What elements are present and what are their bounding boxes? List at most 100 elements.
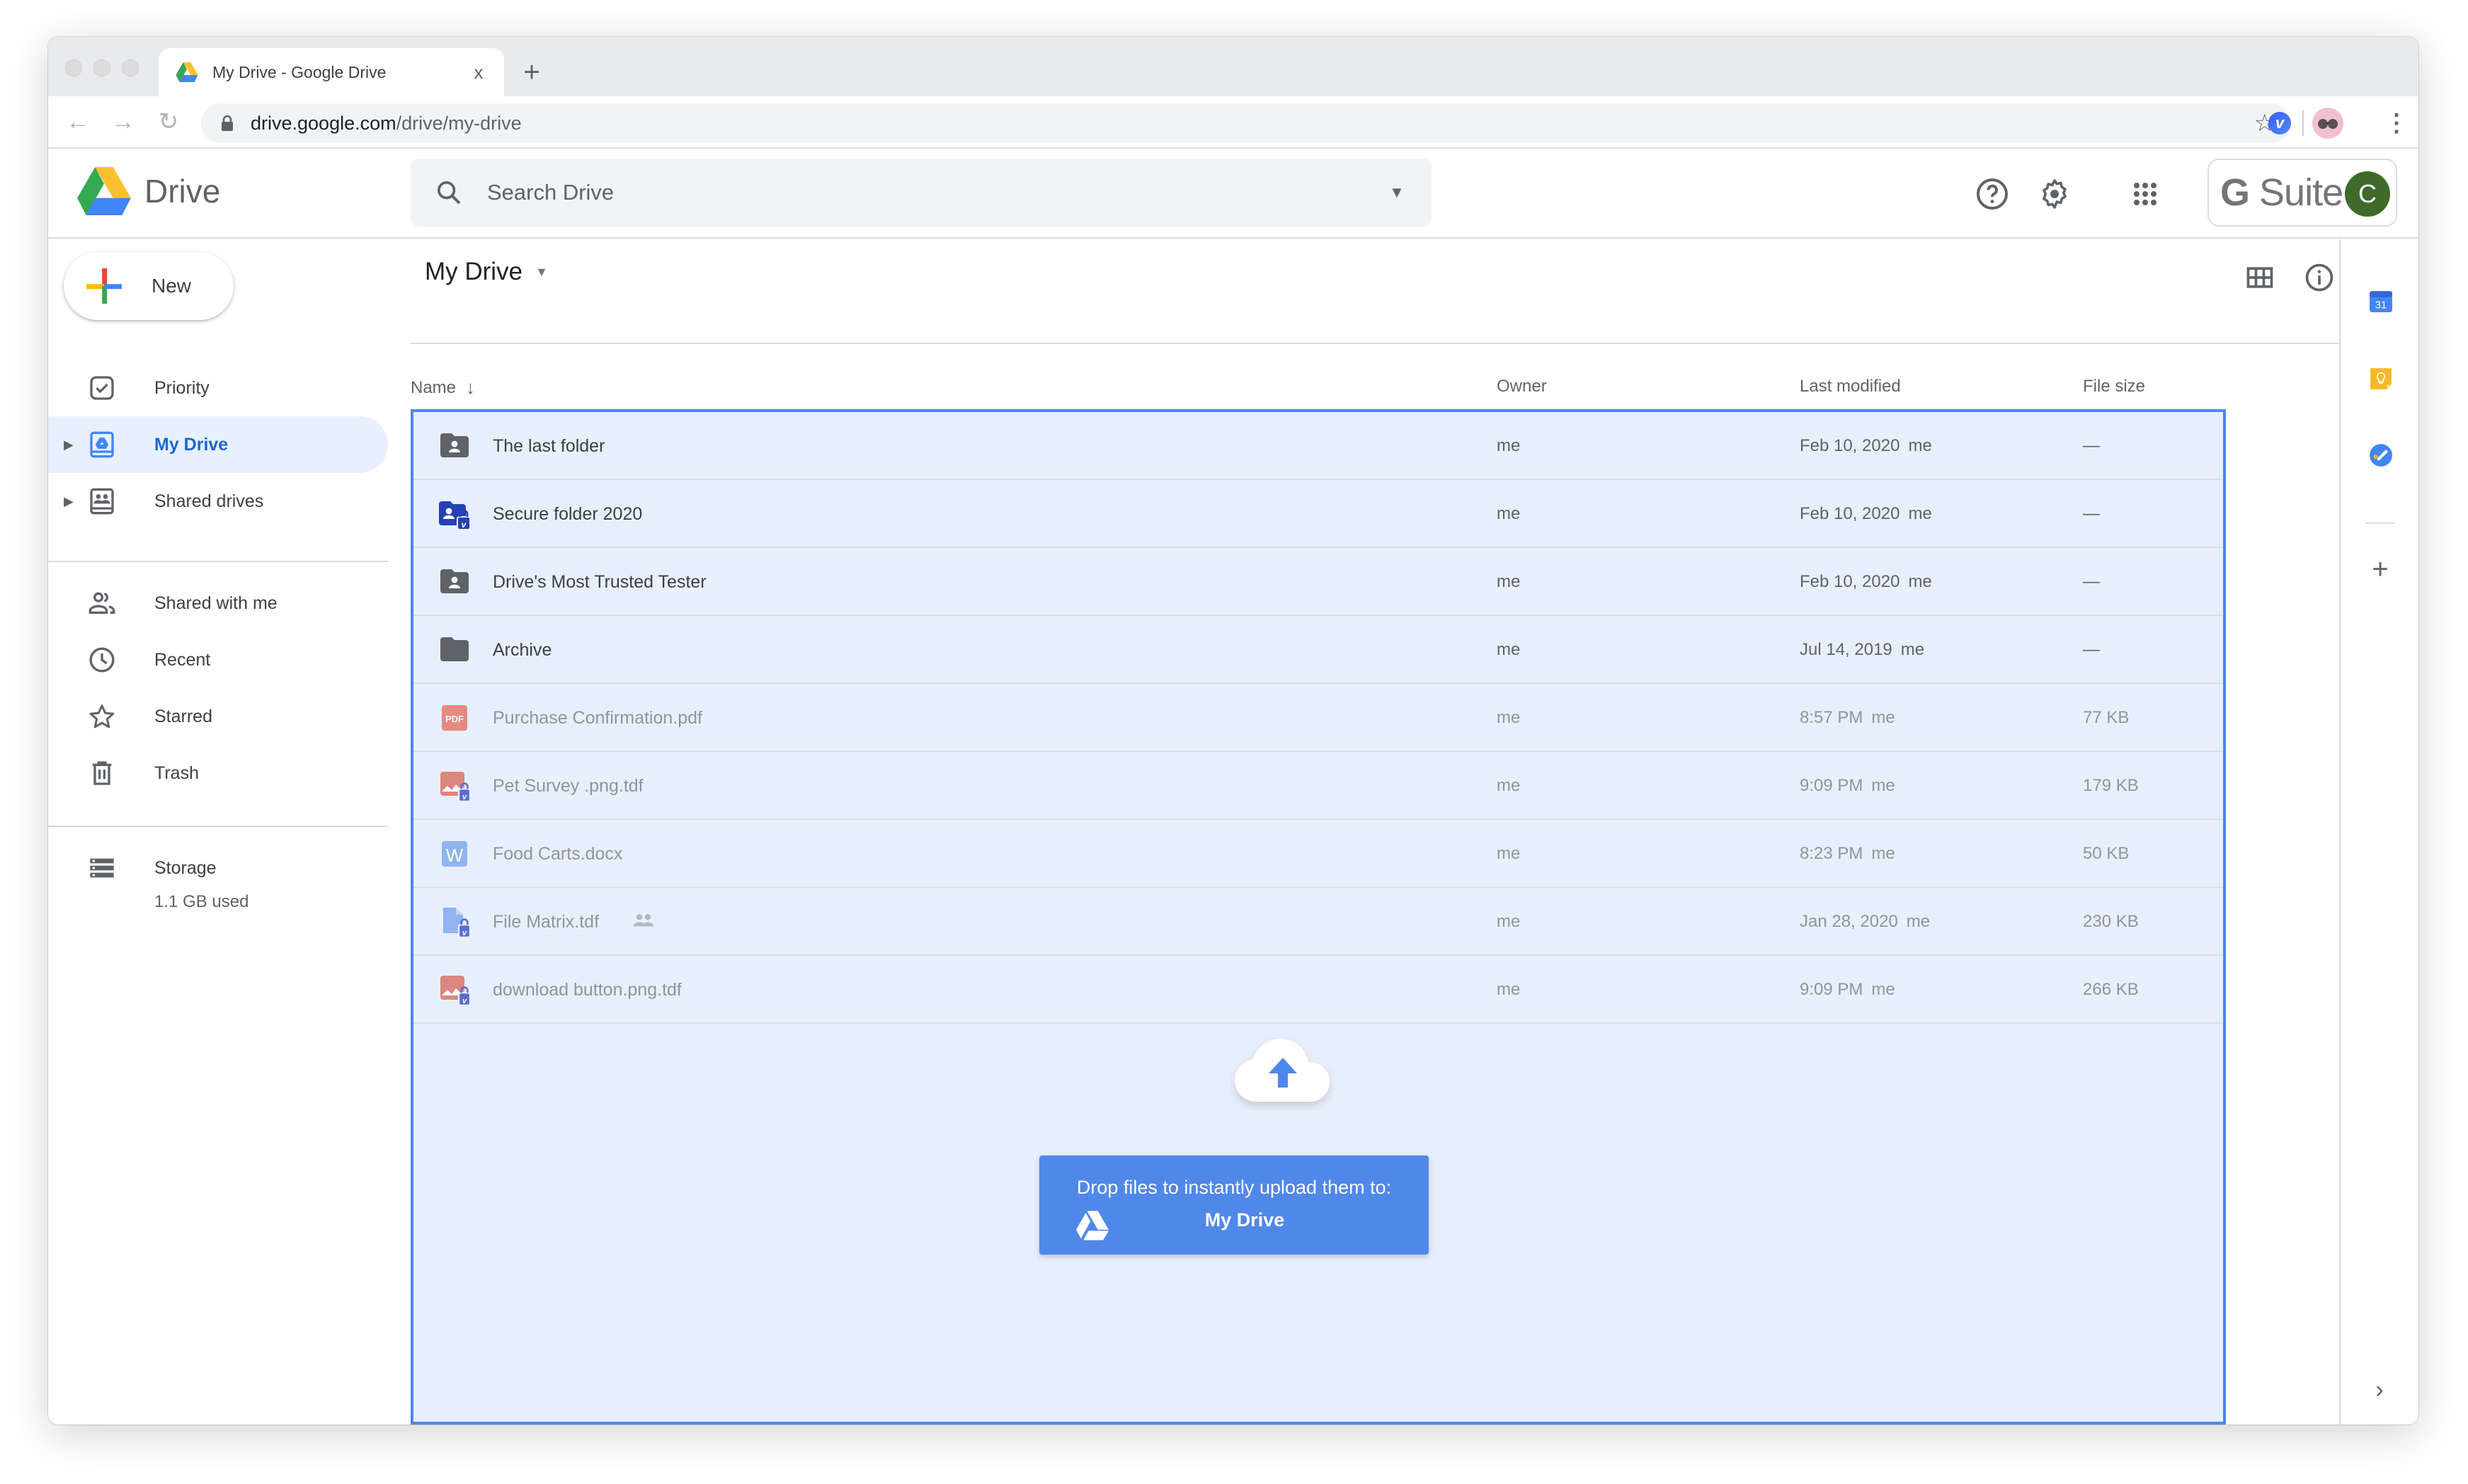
sort-arrow-down-icon[interactable]: ↓ (466, 377, 475, 399)
tab-close-icon[interactable]: x (464, 62, 493, 84)
file-size-cell: — (2083, 504, 2100, 523)
last-modified-cell: Jul 14, 2019 me (1800, 616, 1924, 684)
file-row[interactable]: v download button.png.tdf me 9:09 PM me 266 K… (413, 956, 2223, 1024)
apps-grid-icon[interactable] (2128, 177, 2162, 211)
file-name[interactable]: Purchase Confirmation.pdf (493, 684, 702, 752)
calendar-icon[interactable]: 31 (2369, 289, 2393, 313)
shared-with-me-icon (88, 592, 115, 614)
plus-multicolor-icon (86, 268, 122, 304)
sidebar-item-recent[interactable]: Recent (48, 632, 388, 688)
forward-arrow-icon[interactable]: → (106, 105, 140, 139)
chevron-right-icon[interactable]: › (2369, 1376, 2390, 1404)
my-drive-icon (90, 431, 114, 458)
sidebar-item-my-drive[interactable]: ▶ My Drive (48, 416, 388, 473)
file-name[interactable]: The last folder (493, 412, 605, 480)
modified-by: me (1908, 504, 1932, 523)
grid-view-icon[interactable] (2244, 262, 2275, 293)
info-icon[interactable] (2304, 262, 2335, 293)
drop-upload-banner: Drop files to instantly upload them to: … (1039, 1155, 1429, 1255)
breadcrumb[interactable]: My Drive ▼ (425, 258, 548, 286)
search-input[interactable]: Search Drive (487, 180, 1379, 205)
profile-avatar-icon[interactable] (2312, 108, 2343, 139)
glasses-icon (2318, 119, 2338, 129)
file-name[interactable]: Archive (493, 616, 552, 684)
address-bar[interactable]: drive.google.com/drive/my-drive ☆ (201, 103, 2291, 143)
search-icon[interactable] (435, 178, 463, 207)
file-name[interactable]: File Matrix.tdf (493, 888, 599, 956)
column-header-label: Last modified (1800, 377, 1901, 396)
sidebar-item-shared-drives[interactable]: ▶ Shared drives (48, 473, 388, 530)
file-name[interactable]: Secure folder 2020 (493, 480, 642, 548)
sidebar-item-shared-with-me[interactable]: Shared with me (48, 575, 388, 632)
file-name[interactable]: Drive's Most Trusted Tester (493, 548, 707, 616)
owner-cell: me (1497, 776, 1521, 795)
browser-tab-active[interactable]: My Drive - Google Drive x (159, 48, 504, 96)
owner-cell: me (1497, 436, 1521, 455)
file-row[interactable]: v Secure folder 2020 me Feb 10, 2020 me — (413, 480, 2223, 548)
column-header-last-modified[interactable]: Last modified (1800, 377, 1901, 396)
search-options-caret-icon[interactable]: ▼ (1379, 183, 1415, 202)
back-arrow-icon[interactable]: ← (61, 105, 95, 139)
new-button-label: New (152, 275, 192, 297)
new-tab-button[interactable]: + (514, 54, 549, 91)
sidebar-item-starred[interactable]: Starred (48, 688, 388, 745)
sidebar-item-trash[interactable]: Trash (48, 745, 388, 801)
sidebar-item-label: Recent (154, 649, 211, 670)
column-header-file-size[interactable]: File size (2083, 377, 2145, 396)
priority-icon (90, 376, 114, 400)
last-modified-cell: Feb 10, 2020 me (1800, 412, 1932, 480)
account-avatar[interactable]: C (2345, 171, 2390, 217)
modified-by: me (1871, 980, 1895, 999)
keep-icon[interactable] (2369, 367, 2393, 391)
svg-text:v: v (462, 997, 467, 1005)
file-row[interactable]: v Pet Survey .png.tdf me 9:09 PM me 179 KB (413, 752, 2223, 820)
image-file-lock-icon: v (440, 976, 472, 1007)
file-row[interactable]: v File Matrix.tdf me Jan 28, 2020 me 230 KB (413, 888, 2223, 956)
tasks-icon[interactable] (2369, 443, 2393, 467)
add-addon-plus-icon[interactable]: + (2367, 555, 2393, 583)
file-row[interactable]: Drive's Most Trusted Tester me Feb 10, 202… (413, 548, 2223, 616)
drop-message: Drop files to instantly upload them to: (1076, 1177, 1392, 1198)
expand-arrow-icon[interactable]: ▶ (64, 494, 75, 509)
modified-date: 8:23 PM (1800, 844, 1863, 863)
file-list: The last folder me Feb 10, 2020 me — v Secure … (411, 409, 2226, 1425)
owner-cell: me (1497, 844, 1521, 863)
main-content: My Drive ▼ Name ↓ Owner Last modified Fi… (411, 239, 2339, 1425)
new-button[interactable]: New (64, 252, 234, 320)
gsuite-account-button[interactable]: G Suite C (2207, 159, 2397, 227)
search-bar[interactable]: Search Drive ▼ (411, 159, 1432, 227)
expand-arrow-icon[interactable]: ▶ (64, 438, 75, 452)
shared-folder-icon (440, 569, 469, 593)
chrome-menu-icon[interactable]: ⋮ (2384, 108, 2409, 139)
reload-icon[interactable]: ↻ (152, 105, 185, 139)
file-size-cell: 179 KB (2083, 776, 2139, 795)
file-name[interactable]: Pet Survey .png.tdf (493, 752, 644, 820)
drive-logo-icon (77, 167, 131, 215)
window-close-button[interactable] (65, 59, 82, 76)
file-name[interactable]: Food Carts.docx (493, 820, 622, 888)
last-modified-cell: 9:09 PM me (1800, 752, 1895, 820)
file-row[interactable]: W Food Carts.docx me 8:23 PM me 50 KB (413, 820, 2223, 888)
file-size-cell: — (2083, 436, 2100, 455)
secure-folder-lock-icon: v (439, 501, 471, 530)
file-row[interactable]: Archive me Jul 14, 2019 me — (413, 616, 2223, 684)
extension-v-icon[interactable]: v (2268, 112, 2291, 135)
storage-icon (90, 858, 114, 878)
help-icon[interactable] (1975, 177, 2009, 211)
sidebar-divider (48, 826, 388, 827)
settings-gear-icon[interactable] (2038, 177, 2072, 211)
window-minimize-button[interactable] (93, 59, 110, 76)
column-header-owner[interactable]: Owner (1497, 377, 1547, 396)
file-row[interactable]: The last folder me Feb 10, 2020 me — (413, 412, 2223, 480)
sidebar-item-storage[interactable]: Storage (48, 840, 388, 896)
column-header-name[interactable]: Name ↓ (411, 377, 475, 399)
file-row[interactable]: PDF Purchase Confirmation.pdf me 8:57 PM me 7… (413, 684, 2223, 752)
sidebar-item-priority[interactable]: Priority (48, 360, 388, 416)
last-modified-cell: Feb 10, 2020 me (1800, 480, 1932, 548)
toolbar-divider (2302, 110, 2304, 136)
drive-logo[interactable]: Drive (76, 167, 220, 215)
window-zoom-button[interactable] (122, 59, 139, 76)
modified-by: me (1871, 708, 1895, 727)
file-name[interactable]: download button.png.tdf (493, 956, 682, 1024)
url-path: /drive/my-drive (396, 112, 522, 134)
